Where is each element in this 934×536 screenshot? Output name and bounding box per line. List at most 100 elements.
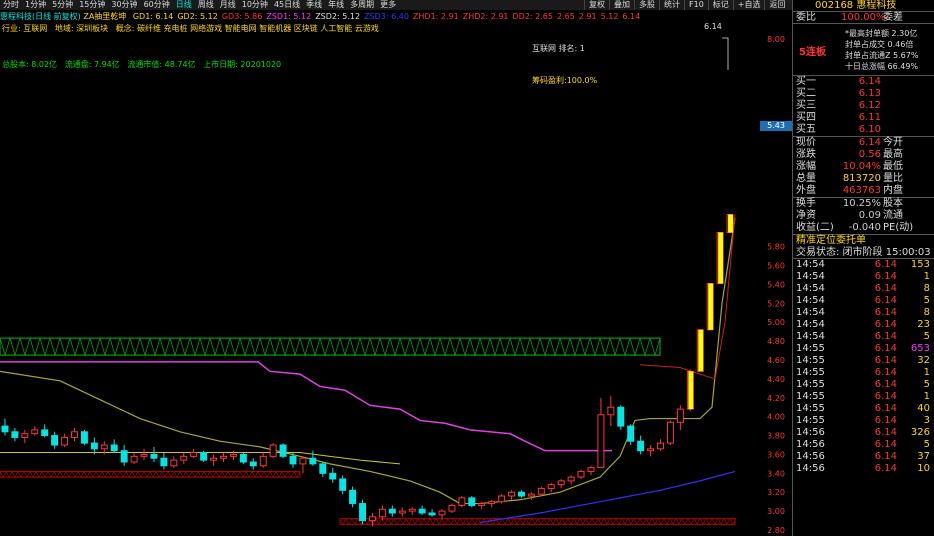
band-zigzag	[723, 518, 731, 526]
seal-line: *最高封单额 2.30亿	[845, 29, 918, 38]
band-zigzag	[375, 518, 383, 526]
toolbar-button[interactable]: 叠加	[609, 0, 634, 10]
band-zigzag	[345, 518, 353, 526]
order-title[interactable]: 精准定位委托单	[793, 235, 934, 247]
tick-volume: 1	[923, 367, 930, 378]
candle-body	[349, 489, 357, 505]
candlestick-chart[interactable]: 8.00 5.80 5.60 5.40 5.20 5.00 4.80 4.60 4.40 4.20…	[0, 10, 792, 536]
band-zigzag	[629, 337, 641, 357]
period-tab[interactable]: 更多	[377, 0, 399, 10]
tick-volume: 653	[910, 343, 930, 354]
tick-row: 14:55 6.14 5	[793, 379, 934, 391]
band-zigzag	[179, 337, 191, 357]
tick-list[interactable]: 14:54 6.14 153 14:54 6.14 1 14:54 6.14 8 14:54 6.1…	[793, 259, 934, 475]
toolbar-button[interactable]: +自选	[732, 0, 765, 10]
band-zigzag	[95, 471, 103, 478]
period-tab[interactable]: 分时	[0, 0, 22, 10]
band-zigzag	[597, 518, 605, 526]
tick-volume: 8	[923, 307, 930, 318]
candle-body	[160, 457, 168, 467]
band-zigzag	[129, 337, 141, 357]
toolbar-button[interactable]: 统计	[659, 0, 684, 10]
candle-body	[597, 414, 605, 469]
band-zigzag	[537, 518, 545, 526]
tick-price: 6.14	[874, 283, 897, 294]
quote-row: 买四 6.11	[793, 112, 934, 124]
tick-time: 14:55	[796, 379, 825, 390]
band-zigzag	[585, 518, 593, 526]
candle-body	[279, 444, 287, 457]
period-tab[interactable]: 1分钟	[22, 0, 49, 10]
band-zigzag	[179, 471, 187, 478]
indicator-value: 2.91	[578, 12, 597, 21]
candle-body	[567, 476, 575, 482]
band-zigzag	[687, 518, 695, 526]
period-tab[interactable]: 周线	[195, 0, 217, 10]
band-zigzag	[603, 518, 611, 526]
band-zigzag	[191, 471, 199, 478]
tick-time: 14:54	[796, 319, 825, 330]
period-tab[interactable]: 5分钟	[49, 0, 76, 10]
band-zigzag	[197, 471, 205, 478]
tick-row: 14:54 6.14 8	[793, 307, 934, 319]
band-zigzag	[221, 471, 229, 478]
band-zigzag	[77, 471, 85, 478]
tick-row: 14:55 6.14 40	[793, 403, 934, 415]
info-row-2: 总股本: 8.02亿 流通盘: 7.94亿 流通市值: 48.74亿 上市日期:…	[2, 60, 281, 70]
tick-volume: 8	[923, 283, 930, 294]
candle-body	[428, 512, 436, 516]
period-tab[interactable]: 45日线	[271, 0, 303, 10]
period-tab[interactable]: 60分钟	[141, 0, 173, 10]
float-cap-label: 流通盘: 7.94亿	[64, 60, 120, 69]
band-zigzag	[339, 518, 347, 526]
candle-body	[577, 470, 585, 478]
tick-volume: 37	[917, 451, 930, 462]
period-tab[interactable]: 多周期	[347, 0, 377, 10]
period-tab[interactable]: 30分钟	[108, 0, 140, 10]
candle-body	[418, 508, 426, 514]
candle-body	[90, 442, 98, 450]
period-tab[interactable]: 季线	[303, 0, 325, 10]
band-zigzag	[269, 337, 281, 357]
band-zigzag	[435, 518, 443, 526]
band-zigzag	[381, 518, 389, 526]
toolbar-button[interactable]: F10	[684, 0, 708, 10]
bid-label: 买一	[796, 76, 816, 87]
quote-row: 外盘 463763 内盘	[793, 185, 934, 197]
toolbar-button[interactable]: 复权	[584, 0, 609, 10]
band-zigzag	[479, 337, 491, 357]
band-zigzag	[83, 471, 91, 478]
band-zigzag	[159, 337, 171, 357]
toolbar-button[interactable]: 返回	[764, 0, 789, 10]
quote-row: 换手 10.25% 股本	[793, 198, 934, 210]
candle-body	[617, 406, 625, 427]
band-zigzag	[649, 337, 661, 357]
stat-value: 0.09	[858, 210, 881, 221]
period-tab[interactable]: 10分钟	[239, 0, 271, 10]
band-zigzag	[539, 337, 551, 357]
indicator-value: GD1: 6.14	[132, 12, 174, 21]
streak-label: 5连板	[799, 47, 826, 58]
tick-volume: 5	[923, 439, 930, 450]
limit-up-marker	[718, 232, 724, 284]
candle-body	[170, 459, 178, 467]
toolbar-button[interactable]: 多股	[634, 0, 659, 10]
tick-row: 14:56 6.14 326	[793, 427, 934, 439]
period-tab[interactable]: 15分钟	[76, 0, 108, 10]
stat-label: 涨幅	[796, 161, 816, 172]
candle-body	[319, 463, 327, 474]
period-tab[interactable]: 日线	[173, 0, 195, 10]
period-tab[interactable]: 年线	[325, 0, 347, 10]
toolbar-button[interactable]: 标记	[707, 0, 733, 10]
candle-body	[120, 450, 128, 463]
period-tab[interactable]: 月线	[217, 0, 239, 10]
band-zigzag	[11, 471, 19, 478]
band-zigzag	[501, 518, 509, 526]
band-zigzag	[293, 471, 301, 478]
stat-label-2: 股本	[883, 198, 903, 209]
tick-time: 14:55	[796, 391, 825, 402]
tick-price: 6.14	[874, 331, 897, 342]
candle-body	[100, 444, 108, 450]
candle-body	[200, 452, 208, 461]
y-tick-label: 4.80	[767, 337, 785, 346]
